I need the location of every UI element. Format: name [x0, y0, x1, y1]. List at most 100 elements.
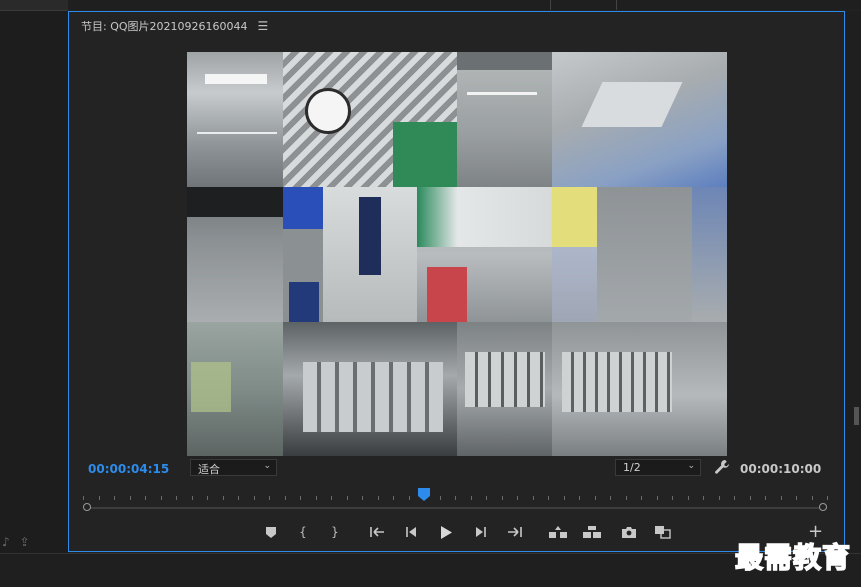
step-back-icon: [406, 527, 416, 537]
export-frame-button[interactable]: [619, 523, 639, 541]
ruler-tick: [610, 496, 611, 500]
resolution-dropdown[interactable]: 1/2 ⌄: [615, 459, 701, 476]
scroll-handle-right[interactable]: [819, 503, 827, 511]
ruler-tick: [501, 496, 503, 500]
ruler-tick: [749, 496, 751, 500]
ruler-tick: [253, 496, 255, 500]
mark-out-icon: }: [331, 525, 339, 539]
ruler-tick: [579, 496, 580, 500]
audio-icon[interactable]: ♪: [2, 535, 10, 549]
ruler-tick: [284, 496, 286, 500]
camera-icon: [622, 526, 636, 538]
resolution-value: 1/2: [623, 461, 641, 474]
ruler-tick: [377, 496, 379, 500]
ruler-tick: [160, 496, 162, 500]
left-panel-header: [0, 0, 68, 11]
ruler-tick: [222, 496, 224, 500]
go-to-in-button[interactable]: [367, 523, 387, 541]
watermark-text: 最需教育: [734, 540, 852, 575]
ruler-tick: [145, 496, 146, 500]
add-marker-button[interactable]: [261, 523, 281, 541]
ruler-tick: [656, 496, 658, 500]
ruler-tick: [486, 496, 487, 500]
left-panel-icons: ♪ ⇪: [2, 535, 30, 549]
ruler-tick: [207, 496, 208, 500]
play-button[interactable]: [436, 523, 456, 541]
top-panel-strip: [68, 0, 861, 10]
chevron-down-icon: ⌄: [687, 461, 695, 471]
go-to-out-button[interactable]: [505, 523, 525, 541]
fit-dropdown[interactable]: 适合 ⌄: [190, 459, 277, 476]
marker-icon: [266, 526, 276, 538]
current-timecode[interactable]: 00:00:04:15: [88, 462, 169, 476]
ruler-tick: [408, 496, 410, 500]
ruler-tick: [734, 496, 735, 500]
ruler-tick: [517, 496, 518, 500]
ruler-tick: [114, 496, 115, 500]
compare-view-button[interactable]: [653, 523, 673, 541]
ruler-tick: [672, 496, 673, 500]
ruler-tick: [315, 496, 317, 500]
wrench-icon[interactable]: [714, 459, 730, 475]
go-to-out-icon: [508, 527, 522, 537]
ruler-tick: [796, 496, 797, 500]
ruler-tick: [718, 496, 720, 500]
ruler-tick: [780, 496, 782, 500]
ruler-tick: [439, 496, 441, 500]
extract-icon: [583, 526, 601, 538]
ruler-tick: [563, 496, 565, 500]
duration-timecode: 00:00:10:00: [740, 462, 822, 476]
ruler-tick: [191, 496, 193, 500]
monitor-title[interactable]: 节目: QQ图片20210926160044: [81, 18, 248, 34]
ruler-tick: [548, 496, 549, 500]
ruler-tick: [362, 496, 363, 500]
ruler-tick: [269, 496, 270, 500]
ruler-tick: [98, 496, 100, 500]
ruler-tick: [811, 496, 813, 500]
ruler-tick: [176, 496, 177, 500]
step-back-button[interactable]: [401, 523, 421, 541]
hamburger-menu-icon[interactable]: ☰: [258, 19, 269, 33]
zoom-scrollbar[interactable]: [83, 503, 833, 513]
ruler-tick: [703, 496, 704, 500]
mark-out-button[interactable]: }: [325, 523, 345, 541]
ruler-tick: [393, 496, 394, 500]
step-forward-icon: [476, 527, 486, 537]
scroll-thumb[interactable]: [854, 407, 859, 425]
ruler-tick: [625, 496, 627, 500]
ruler-tick: [594, 496, 596, 500]
ruler-tick: [827, 496, 828, 500]
chevron-down-icon: ⌄: [263, 461, 271, 471]
right-scrollbar[interactable]: [845, 11, 861, 586]
mark-in-icon: {: [299, 525, 307, 539]
play-icon: [441, 525, 452, 539]
go-to-in-icon: [370, 527, 384, 537]
compare-view-icon: [655, 525, 671, 539]
program-monitor: 节目: QQ图片20210926160044 ☰ 00:00:04:15 适合 …: [68, 11, 845, 552]
ruler-tick: [331, 496, 332, 500]
monitor-header: 节目: QQ图片20210926160044 ☰: [81, 18, 268, 34]
ruler-tick: [532, 496, 534, 500]
lift-button[interactable]: [548, 523, 568, 541]
left-panel: ♪ ⇪: [0, 0, 68, 586]
fit-value: 适合: [198, 463, 220, 476]
scroll-handle-left[interactable]: [83, 503, 91, 511]
step-forward-button[interactable]: [471, 523, 491, 541]
time-ruler[interactable]: [83, 490, 830, 500]
extract-button[interactable]: [582, 523, 602, 541]
export-icon[interactable]: ⇪: [20, 535, 30, 549]
ruler-tick: [238, 496, 239, 500]
ruler-tick: [687, 496, 689, 500]
lift-icon: [549, 526, 567, 538]
ruler-tick: [346, 496, 348, 500]
ruler-tick: [129, 496, 131, 500]
ruler-tick: [470, 496, 472, 500]
ruler-tick: [641, 496, 642, 500]
mark-in-button[interactable]: {: [293, 523, 313, 541]
ruler-tick: [83, 496, 84, 500]
ruler-tick: [300, 496, 301, 500]
ruler-tick: [455, 496, 456, 500]
video-preview[interactable]: [187, 52, 727, 456]
playhead-icon[interactable]: [418, 488, 430, 501]
bottom-panel: [0, 553, 861, 587]
